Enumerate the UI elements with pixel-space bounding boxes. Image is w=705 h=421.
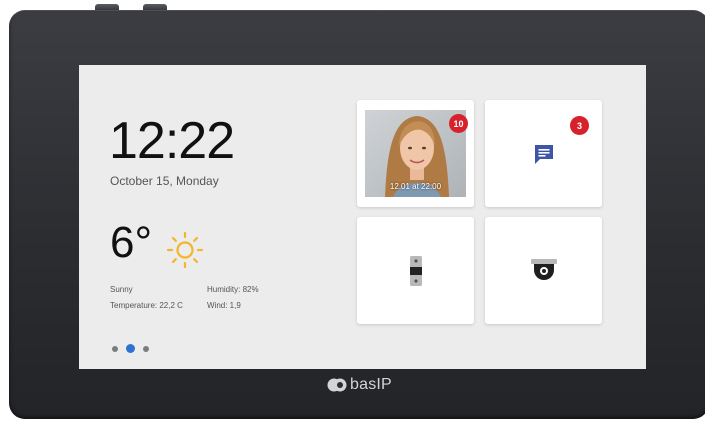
messages-badge: 3 bbox=[570, 116, 589, 135]
clock-time: 12:22 bbox=[109, 112, 235, 170]
brand-logo-text: basIP bbox=[350, 376, 392, 393]
weather-temperature-detail: Temperature: 22,2 C bbox=[110, 301, 183, 310]
weather-condition: Sunny bbox=[110, 285, 133, 294]
weather-humidity: Humidity: 82% bbox=[207, 285, 259, 294]
home-screen: 12:22 October 15, Monday 6° Sunny Temper… bbox=[79, 65, 646, 369]
messages-tile[interactable]: 3 bbox=[485, 100, 602, 207]
page-indicator[interactable] bbox=[112, 344, 149, 353]
page-dot[interactable] bbox=[143, 345, 149, 352]
message-icon bbox=[534, 144, 553, 164]
dome-camera-icon bbox=[530, 258, 557, 280]
door-lock-tile[interactable] bbox=[357, 217, 474, 324]
door-lock-icon bbox=[409, 255, 422, 286]
weather-temperature: 6° bbox=[110, 218, 153, 267]
weather-wind: Wind: 1,9 bbox=[207, 301, 241, 310]
camera-tile[interactable] bbox=[485, 217, 602, 324]
bas-ip-logo-icon bbox=[327, 378, 347, 392]
device-photo: 12:22 October 15, Monday 6° Sunny Temper… bbox=[0, 0, 705, 421]
sun-icon bbox=[166, 231, 204, 269]
visitor-photo-tile[interactable]: 12.01 at 22:00 10 bbox=[357, 100, 474, 207]
missed-calls-badge: 10 bbox=[449, 114, 468, 133]
page-dot[interactable] bbox=[112, 345, 118, 352]
photo-caption: 12.01 at 22:00 bbox=[389, 182, 442, 191]
clock-date: October 15, Monday bbox=[110, 174, 219, 188]
brand-logo: basIP bbox=[327, 376, 392, 394]
page-dot-active[interactable] bbox=[126, 344, 135, 353]
